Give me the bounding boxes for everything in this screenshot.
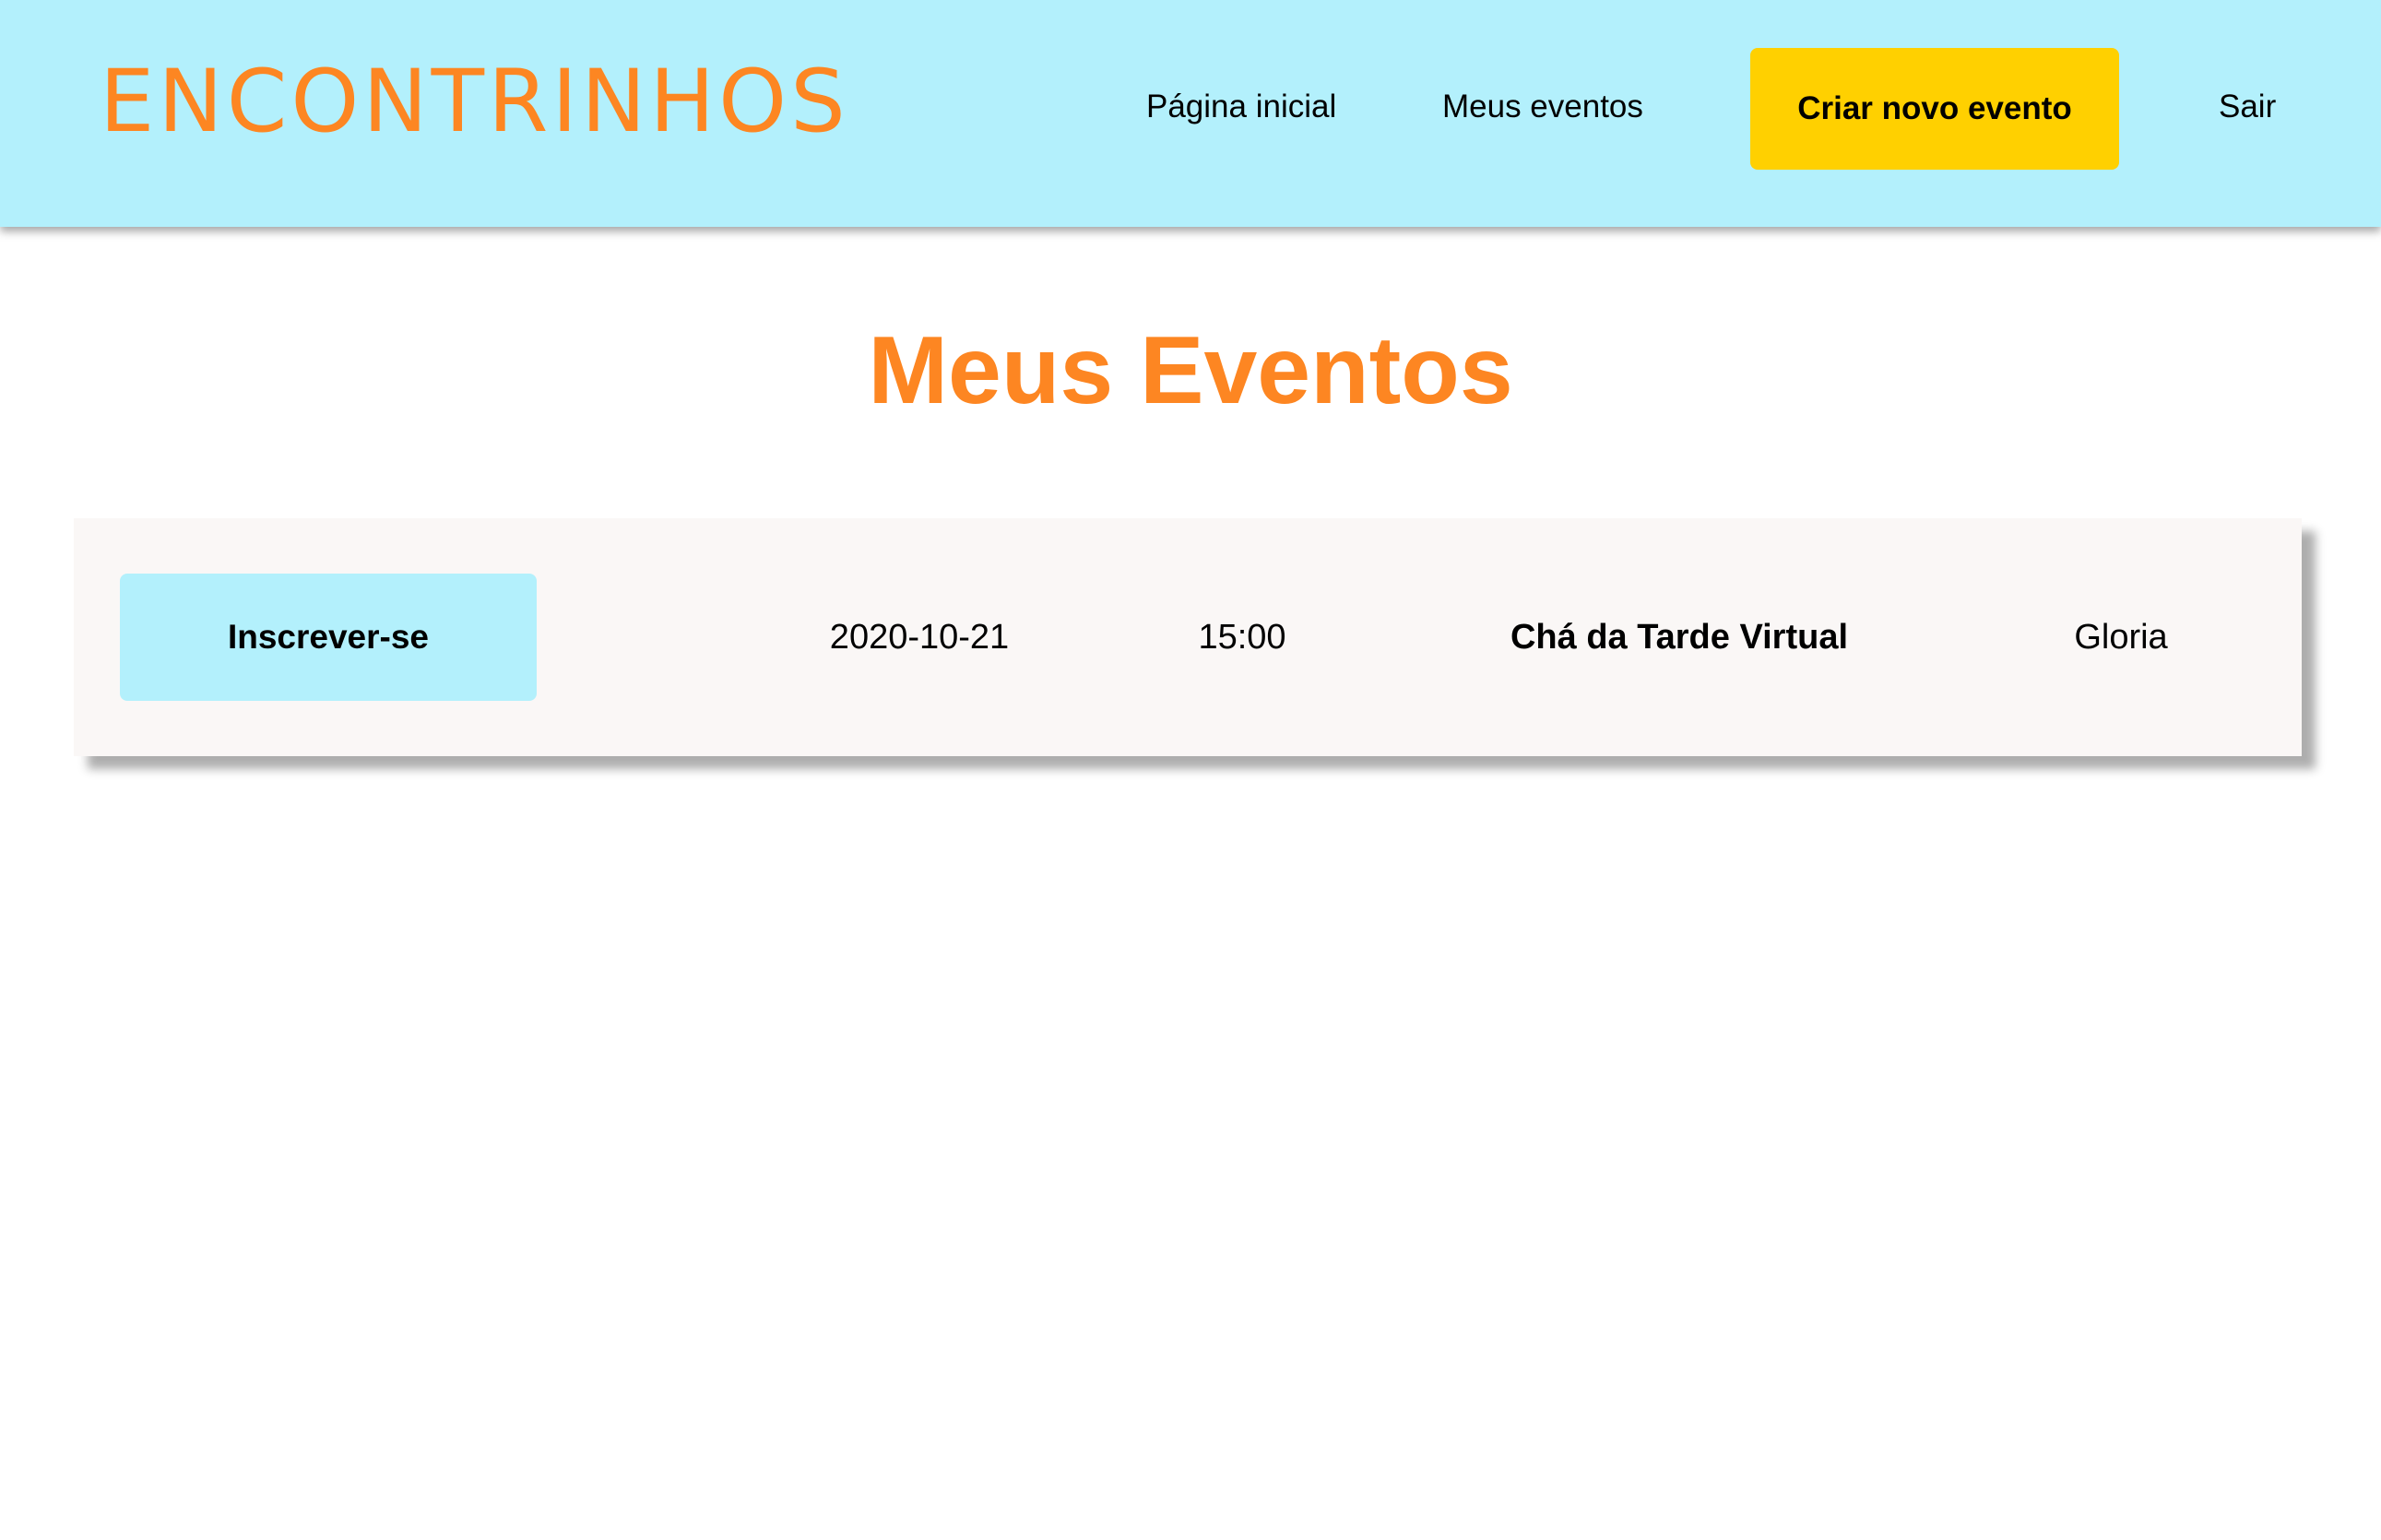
nav-link-my-events[interactable]: Meus eventos bbox=[1442, 87, 1643, 127]
event-host: Gloria bbox=[2074, 618, 2168, 657]
page-title: Meus Eventos bbox=[868, 317, 1513, 424]
brand-logo[interactable]: ENCONTRINHOS bbox=[100, 53, 849, 151]
event-name: Chá da Tarde Virtual bbox=[1510, 618, 1849, 657]
event-card: Inscrever-se 2020-10-21 15:00 Chá da Tar… bbox=[74, 518, 2302, 756]
nav-link-home[interactable]: Página inicial bbox=[1146, 87, 1336, 127]
event-time: 15:00 bbox=[1198, 618, 1286, 657]
signup-button[interactable]: Inscrever-se bbox=[120, 574, 537, 701]
nav-link-logout[interactable]: Sair bbox=[2219, 87, 2276, 127]
create-event-button[interactable]: Criar novo evento bbox=[1750, 48, 2119, 170]
event-date: 2020-10-21 bbox=[829, 618, 1010, 657]
top-navigation-bar: ENCONTRINHOS Página inicial Meus eventos… bbox=[0, 0, 2381, 227]
